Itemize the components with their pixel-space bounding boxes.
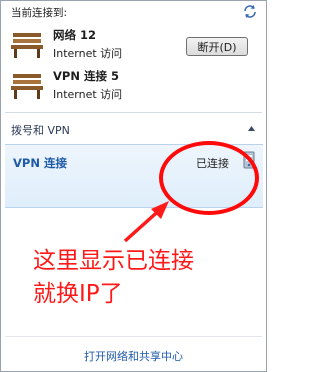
footer-divider: [5, 336, 262, 337]
annotation-line-1: 这里显示已连接: [33, 248, 194, 274]
disconnect-button[interactable]: 断开(D): [186, 37, 248, 56]
refresh-icon[interactable]: [242, 4, 258, 18]
divider: [5, 112, 262, 113]
chevron-up-icon[interactable]: [247, 124, 256, 133]
network-flyout: 当前连接到: 网络 12 Internet 访问 VPN 连接 5 Intern…: [0, 0, 267, 372]
connected-to-header: 当前连接到:: [11, 7, 68, 19]
bench-icon: [11, 33, 43, 58]
callout-arrow: [123, 201, 169, 243]
network-name: VPN 连接 5: [53, 69, 119, 83]
network-item-1[interactable]: 网络 12 Internet 访问: [7, 27, 207, 65]
network-item-2[interactable]: VPN 连接 5 Internet 访问: [7, 68, 207, 106]
annotation-line-2: 就换IP了: [33, 281, 123, 307]
open-network-center-link[interactable]: 打开网络和共享中心: [1, 348, 266, 364]
bench-icon: [11, 74, 43, 99]
network-status: Internet 访问: [53, 88, 123, 101]
section-dialup-vpn-label: 拨号和 VPN: [11, 124, 70, 137]
annotation-text: 这里显示已连接 就换IP了: [33, 245, 261, 311]
network-status: Internet 访问: [53, 47, 123, 60]
vpn-name: VPN 连接: [13, 156, 67, 170]
network-name: 网络 12: [53, 28, 97, 42]
